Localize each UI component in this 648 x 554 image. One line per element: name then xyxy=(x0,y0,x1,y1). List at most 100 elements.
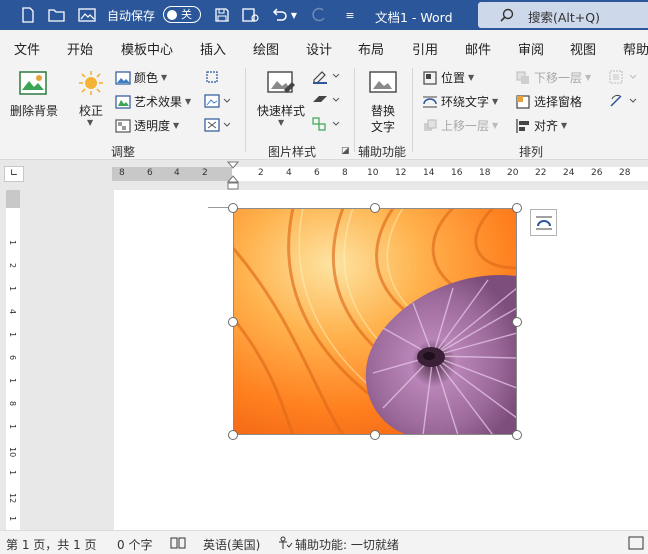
focus-mode-icon[interactable] xyxy=(628,536,644,550)
indent-marker-icon[interactable] xyxy=(227,161,239,191)
tab-insert[interactable]: 插入 xyxy=(200,39,226,58)
autosave-toggle[interactable]: 关 xyxy=(163,6,201,23)
search-placeholder: 搜索(Alt+Q) xyxy=(528,10,600,25)
print-preview-icon[interactable] xyxy=(241,5,261,25)
resize-handle-bottom-left[interactable] xyxy=(228,430,238,440)
tab-references[interactable]: 引用 xyxy=(412,39,438,58)
picture-border-icon[interactable] xyxy=(311,68,341,84)
resize-handle-top-right[interactable] xyxy=(512,203,522,213)
group-accessibility-label: 辅助功能 xyxy=(358,145,407,159)
undo-icon[interactable] xyxy=(270,5,290,25)
group-arrange-label: 排列 xyxy=(519,145,544,159)
ruler-number: 4 xyxy=(286,168,292,178)
quick-styles-button[interactable]: 快速样式 xyxy=(257,102,305,119)
picture-icon[interactable] xyxy=(77,5,97,25)
tab-help[interactable]: 帮助 xyxy=(623,39,648,58)
tab-view[interactable]: 视图 xyxy=(570,39,596,58)
undo-dropdown-icon[interactable]: ▼ xyxy=(288,5,300,25)
styles-dialog-launcher-icon[interactable]: ◪ xyxy=(341,146,350,156)
color-icon xyxy=(115,70,131,86)
accessibility-icon[interactable] xyxy=(277,536,293,550)
search-box[interactable]: 搜索(Alt+Q) xyxy=(478,2,648,28)
vertical-ruler[interactable]: 1 2 1 4 1 6 1 8 1 10 1 12 1 xyxy=(6,190,20,530)
toggle-knob xyxy=(167,9,177,20)
search-icon xyxy=(500,8,514,22)
resize-handle-top-left[interactable] xyxy=(228,203,238,213)
resize-handle-top[interactable] xyxy=(370,203,380,213)
wrap-text-label: 环绕文字 xyxy=(441,95,490,109)
resize-handle-bottom[interactable] xyxy=(370,430,380,440)
ruler-number: 28 xyxy=(619,168,631,178)
group-objects-icon xyxy=(608,69,638,85)
transparency-button[interactable]: 透明度 ▼ xyxy=(115,117,179,134)
ruler-number: 20 xyxy=(507,168,519,178)
align-icon xyxy=(515,118,531,134)
ruler-number: 2 xyxy=(202,168,208,178)
accessibility-status[interactable]: 辅助功能: 一切就绪 xyxy=(295,536,399,553)
color-label: 颜色 xyxy=(134,71,159,85)
ruler-number: 12 xyxy=(8,493,17,504)
new-document-icon[interactable] xyxy=(18,5,38,25)
resize-handle-left[interactable] xyxy=(228,317,238,327)
sun-icon xyxy=(78,70,104,96)
ruler-number: 16 xyxy=(451,168,463,178)
tab-home[interactable]: 开始 xyxy=(67,39,93,58)
layout-options-icon xyxy=(535,216,552,229)
compress-pictures-icon[interactable] xyxy=(204,69,220,85)
position-button[interactable]: 位置 ▼ xyxy=(422,69,474,86)
corrections-dropdown-icon[interactable]: ▼ xyxy=(87,118,93,127)
proofing-icon[interactable] xyxy=(170,536,186,550)
ruler-margin xyxy=(112,167,232,181)
color-button[interactable]: 颜色 ▼ xyxy=(115,69,167,86)
send-backward-button: 下移一层 ▼ xyxy=(515,69,591,86)
ruler-number: 6 xyxy=(147,168,153,178)
reset-picture-icon[interactable] xyxy=(204,117,230,133)
tab-stop-selector[interactable]: ∟ xyxy=(4,166,24,182)
ruler-number: 26 xyxy=(591,168,603,178)
corrections-button[interactable]: 校正 xyxy=(79,102,103,119)
align-button[interactable]: 对齐 ▼ xyxy=(515,117,567,134)
artistic-effects-button[interactable]: 艺术效果 ▼ xyxy=(115,93,191,110)
resize-handle-bottom-right[interactable] xyxy=(512,430,522,440)
autosave-label: 自动保存 xyxy=(107,9,156,23)
tab-draw[interactable]: 绘图 xyxy=(253,39,279,58)
page-count[interactable]: 第 1 页，共 1 页 xyxy=(6,536,97,553)
tab-layout[interactable]: 布局 xyxy=(358,39,384,58)
resize-handle-right[interactable] xyxy=(512,317,522,327)
change-picture-icon[interactable] xyxy=(204,93,230,109)
wrap-text-button[interactable]: 环绕文字 ▼ xyxy=(422,93,498,110)
remove-background-button[interactable]: 删除背景 xyxy=(10,102,58,119)
layout-options-button[interactable] xyxy=(530,209,557,236)
group-adjust-label: 调整 xyxy=(111,145,136,159)
bring-forward-icon xyxy=(422,118,438,134)
save-icon[interactable] xyxy=(212,5,232,25)
word-count[interactable]: 0 个字 xyxy=(117,536,152,553)
transparency-label: 透明度 xyxy=(134,119,171,133)
wrap-text-icon xyxy=(422,94,438,110)
ruler-number: 6 xyxy=(8,355,17,361)
tab-mailings[interactable]: 邮件 xyxy=(465,39,491,58)
tab-templates[interactable]: 模板中心 xyxy=(121,39,173,58)
tab-design[interactable]: 设计 xyxy=(306,39,332,58)
open-folder-icon[interactable] xyxy=(47,5,67,25)
ruler-number: 18 xyxy=(479,168,491,178)
customize-toolbar-icon[interactable]: ≡ xyxy=(340,5,360,25)
bring-forward-button: 上移一层 ▼ xyxy=(422,117,498,134)
ruler-margin xyxy=(6,190,20,208)
horizontal-ruler[interactable]: 8 6 4 2 2 4 6 8 10 12 14 16 18 20 22 24 … xyxy=(112,167,648,181)
picture-layout-icon[interactable] xyxy=(311,116,341,132)
selection-pane-button[interactable]: 选择窗格 xyxy=(515,93,582,110)
ruler-number: 6 xyxy=(314,168,320,178)
alt-text-button-line2[interactable]: 文字 xyxy=(371,118,395,135)
tab-review[interactable]: 审阅 xyxy=(518,39,544,58)
picture-effects-icon[interactable] xyxy=(311,92,341,108)
quick-styles-dropdown-icon[interactable]: ▼ xyxy=(278,118,284,127)
artistic-effects-icon xyxy=(115,94,131,110)
toggle-state: 关 xyxy=(181,8,192,21)
nautilus-shell-picture[interactable] xyxy=(233,208,517,435)
language-indicator[interactable]: 英语(美国) xyxy=(203,536,260,553)
tab-file[interactable]: 文件 xyxy=(14,39,40,58)
alt-text-button[interactable]: 替换 xyxy=(371,102,395,119)
title-bar: 自动保存 关 ▼ ≡ 文档1 - Word 搜索(Alt+Q) xyxy=(0,0,648,30)
rotate-icon[interactable] xyxy=(608,93,638,109)
